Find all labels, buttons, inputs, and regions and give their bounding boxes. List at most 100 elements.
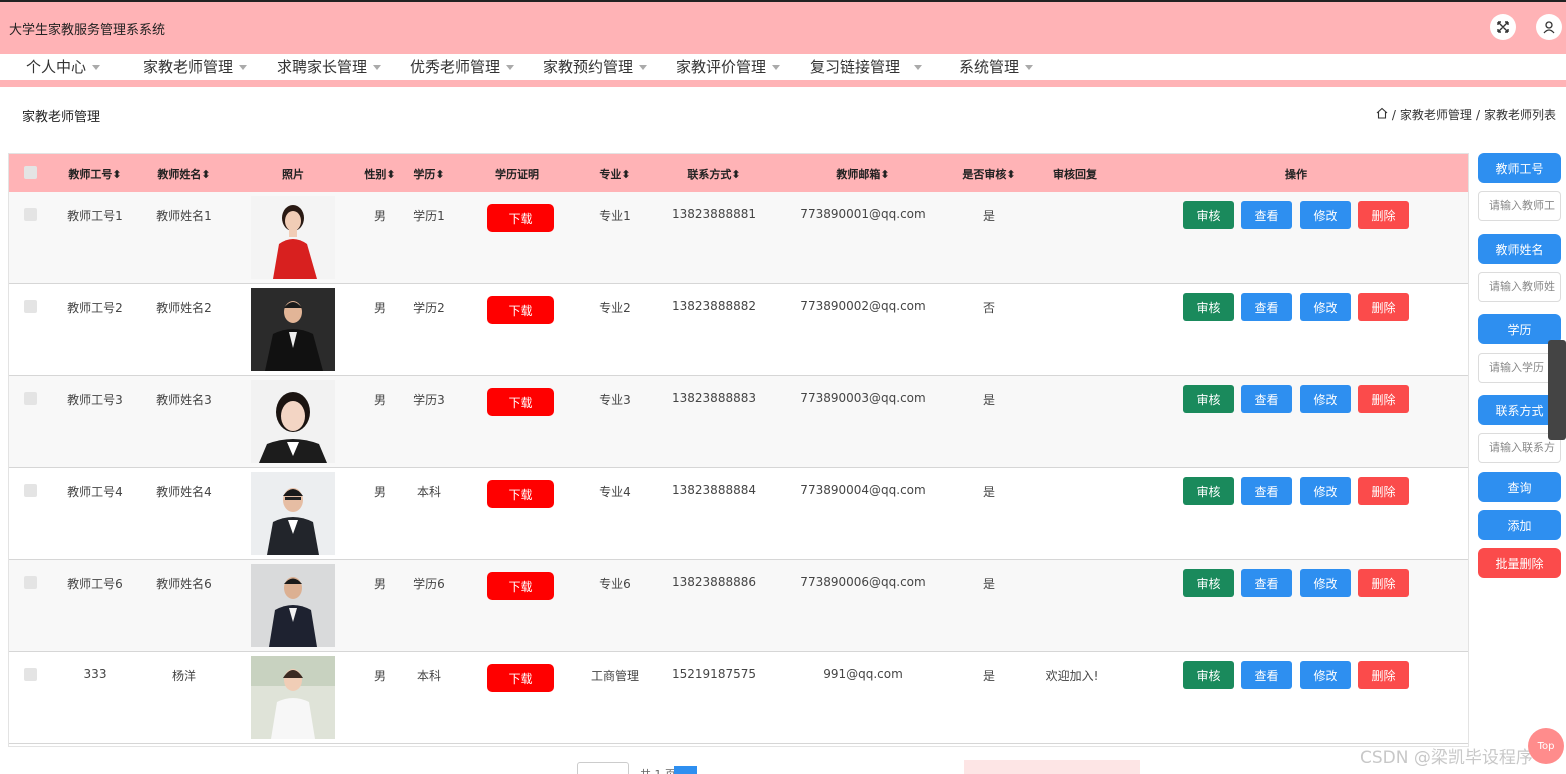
edit-button[interactable]: 修改 — [1300, 385, 1351, 413]
user-icon[interactable] — [1536, 14, 1562, 40]
audit-button[interactable]: 审核 — [1183, 661, 1234, 689]
audit-button[interactable]: 审核 — [1183, 569, 1234, 597]
table-row: 教师工号4 教师姓名4 男 本科 下载 专业4 13823888884 7738… — [9, 468, 1468, 560]
add-button[interactable]: 添加 — [1478, 510, 1561, 540]
col-major[interactable]: 专业⬍ — [599, 166, 630, 182]
edit-button[interactable]: 修改 — [1300, 201, 1351, 229]
download-button[interactable]: 下载 — [487, 388, 554, 416]
row-checkbox[interactable] — [24, 576, 37, 589]
breadcrumb-item[interactable]: 家教老师管理 — [1400, 106, 1472, 123]
view-button[interactable]: 查看 — [1241, 477, 1292, 505]
watermark-text: CSDN @梁凯毕设程序 — [1360, 748, 1533, 768]
edit-button[interactable]: 修改 — [1300, 569, 1351, 597]
nav-teacher-management[interactable]: 家教老师管理 — [143, 56, 248, 77]
row-checkbox[interactable] — [24, 208, 37, 221]
nav-appointment[interactable]: 家教预约管理 — [543, 56, 648, 77]
audit-button[interactable]: 审核 — [1183, 201, 1234, 229]
cell-contact: 13823888882 — [672, 299, 756, 313]
nav-label: 家教评价管理 — [676, 58, 767, 76]
edit-button[interactable]: 修改 — [1300, 293, 1351, 321]
nav-system[interactable]: 系统管理 — [959, 56, 1034, 77]
caret-down-icon — [92, 64, 101, 70]
row-checkbox[interactable] — [24, 668, 37, 681]
sort-icon: ⬍ — [1006, 168, 1016, 181]
teacher-photo — [251, 472, 335, 555]
cell-teacher-name: 教师姓名3 — [156, 393, 212, 407]
nav-label: 复习链接管理 — [810, 58, 901, 76]
view-button[interactable]: 查看 — [1241, 385, 1292, 413]
col-teacher-id[interactable]: 教师工号⬍ — [68, 166, 121, 182]
col-teacher-name[interactable]: 教师姓名⬍ — [157, 166, 210, 182]
row-checkbox[interactable] — [24, 484, 37, 497]
teacher-photo — [251, 288, 335, 371]
select-all-checkbox[interactable] — [24, 166, 37, 179]
col-email[interactable]: 教师邮箱⬍ — [836, 166, 889, 182]
col-contact[interactable]: 联系方式⬍ — [687, 166, 740, 182]
sort-icon: ⬍ — [386, 168, 396, 181]
download-button[interactable]: 下载 — [487, 204, 554, 232]
nav-evaluation[interactable]: 家教评价管理 — [676, 56, 781, 77]
download-button[interactable]: 下载 — [487, 664, 554, 692]
delete-button[interactable]: 删除 — [1358, 201, 1409, 229]
cell-major: 专业2 — [599, 301, 631, 315]
cell-gender: 男 — [373, 393, 387, 407]
pager-current-page[interactable] — [674, 766, 697, 774]
nav-parent-management[interactable]: 求聘家长管理 — [277, 56, 382, 77]
cell-audited: 是 — [982, 209, 996, 223]
view-button[interactable]: 查看 — [1241, 569, 1292, 597]
row-checkbox[interactable] — [24, 300, 37, 313]
download-button[interactable]: 下载 — [487, 296, 554, 324]
teacher-name-label-button[interactable]: 教师姓名 — [1478, 234, 1561, 264]
nav-label: 求聘家长管理 — [277, 58, 368, 76]
table-row: 教师工号6 教师姓名6 男 学历6 下载 专业6 13823888886 773… — [9, 560, 1468, 652]
cell-audited: 是 — [982, 393, 996, 407]
delete-button[interactable]: 删除 — [1358, 385, 1409, 413]
nav-label: 家教老师管理 — [143, 58, 234, 76]
ime-toolbar — [964, 760, 1140, 774]
table-row: 教师工号2 教师姓名2 男 学历2 下载 专业2 13823888882 773… — [9, 284, 1468, 376]
col-audited[interactable]: 是否审核⬍ — [962, 166, 1015, 182]
query-button[interactable]: 查询 — [1478, 472, 1561, 502]
scrollbar-thumb[interactable] — [1548, 340, 1566, 440]
col-gender[interactable]: 性别⬍ — [364, 166, 395, 182]
view-button[interactable]: 查看 — [1241, 293, 1292, 321]
audit-button[interactable]: 审核 — [1183, 477, 1234, 505]
back-to-top-button[interactable]: Top — [1528, 728, 1564, 764]
delete-button[interactable]: 删除 — [1358, 661, 1409, 689]
teacher-name-input[interactable] — [1478, 272, 1561, 302]
teacher-id-label-button[interactable]: 教师工号 — [1478, 153, 1561, 183]
cell-email: 991@qq.com — [823, 667, 903, 681]
nav-excellent-teacher[interactable]: 优秀老师管理 — [410, 56, 515, 77]
batch-delete-button[interactable]: 批量删除 — [1478, 548, 1561, 578]
fullscreen-icon[interactable] — [1490, 14, 1516, 40]
audit-button[interactable]: 审核 — [1183, 293, 1234, 321]
breadcrumb-current: 家教老师列表 — [1483, 108, 1556, 122]
audit-button[interactable]: 审核 — [1183, 385, 1234, 413]
row-checkbox[interactable] — [24, 392, 37, 405]
page-title: 家教老师管理 — [22, 110, 101, 125]
cell-teacher-id: 333 — [83, 667, 107, 681]
caret-down-icon — [639, 64, 648, 70]
view-button[interactable]: 查看 — [1241, 661, 1292, 689]
nav-review-links[interactable]: 复习链接管理 — [810, 56, 923, 77]
edit-button[interactable]: 修改 — [1300, 477, 1351, 505]
download-button[interactable]: 下载 — [487, 480, 554, 508]
home-icon[interactable] — [1376, 107, 1388, 122]
delete-button[interactable]: 删除 — [1358, 477, 1409, 505]
cell-teacher-name: 教师姓名1 — [156, 209, 212, 223]
sort-icon: ⬍ — [201, 168, 211, 181]
cell-major: 专业6 — [599, 577, 631, 591]
teacher-photo — [251, 656, 335, 739]
cell-teacher-name: 杨洋 — [171, 669, 197, 683]
col-education[interactable]: 学历⬍ — [413, 166, 444, 182]
nav-label: 家教预约管理 — [543, 58, 634, 76]
breadcrumb-separator: / — [1475, 107, 1480, 122]
nav-personal-center[interactable]: 个人中心 — [26, 56, 101, 77]
edit-button[interactable]: 修改 — [1300, 661, 1351, 689]
download-button[interactable]: 下载 — [487, 572, 554, 600]
page-size-select[interactable] — [577, 762, 629, 774]
delete-button[interactable]: 删除 — [1358, 293, 1409, 321]
delete-button[interactable]: 删除 — [1358, 569, 1409, 597]
teacher-id-input[interactable] — [1478, 191, 1561, 221]
view-button[interactable]: 查看 — [1241, 201, 1292, 229]
